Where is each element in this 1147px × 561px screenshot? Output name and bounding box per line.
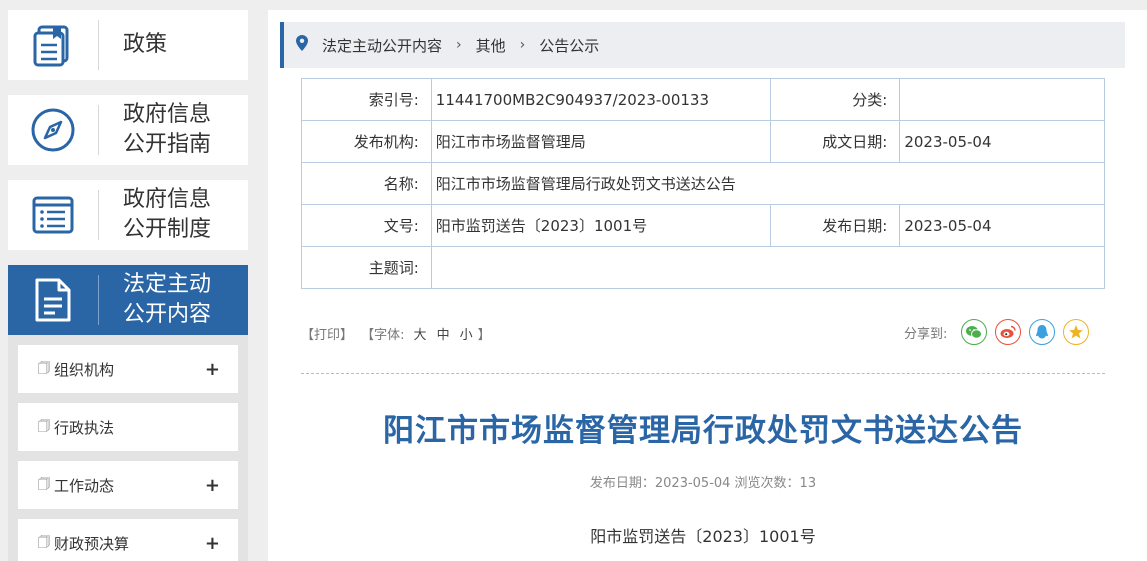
category-label: 分类: (769, 78, 901, 121)
created-date-value: 2023-05-04 (899, 120, 1105, 163)
nav-statutory-line1: 法定主动 (123, 272, 212, 297)
breadcrumb-item[interactable]: 公告公示 (539, 35, 599, 56)
created-date-label: 成文日期: (769, 120, 901, 163)
list-document-icon (8, 180, 98, 250)
print-button[interactable]: 【打印】 (301, 328, 353, 343)
wechat-icon[interactable] (961, 319, 988, 345)
sub-item-label: 组织机构 (54, 360, 115, 379)
publish-date-label: 发布日期: (769, 204, 901, 247)
nav-guide-line1: 政府信息 (123, 102, 212, 127)
weibo-icon[interactable] (995, 319, 1022, 345)
name-label: 名称: (301, 162, 432, 205)
document-icon (8, 265, 98, 335)
nav-guide-label: 政府信息 公开指南 (99, 100, 211, 160)
nav-system[interactable]: 政府信息 公开制度 (8, 180, 248, 250)
breadcrumb: 法定主动公开内容 › 其他 › 公告公示 (280, 22, 1125, 68)
publish-info: 发布日期：2023-05-04 浏览次数：13 (589, 476, 817, 491)
share-label: 分享到: (904, 326, 948, 342)
compass-icon (8, 95, 98, 165)
sub-item-label: 行政执法 (54, 418, 115, 437)
info-table: 索引号: 11441700MB2C904937/2023-00133 分类: 发… (301, 78, 1106, 289)
page-icon: 🗍 (38, 360, 50, 375)
nav-policy[interactable]: 政策 (8, 10, 248, 80)
main-content: 法定主动公开内容 › 其他 › 公告公示 索引号: 11441700MB2C90… (268, 10, 1147, 561)
font-large-button[interactable]: 大 (414, 328, 427, 343)
breadcrumb-item[interactable]: 其他 (476, 35, 506, 56)
article-title: 阳江市市场监督管理局行政处罚文书送达公告 (383, 413, 1023, 449)
breadcrumb-item[interactable]: 法定主动公开内容 (322, 35, 442, 56)
nav-system-label: 政府信息 公开制度 (99, 185, 211, 245)
qzone-star-icon[interactable] (1063, 319, 1090, 345)
sub-item-enforcement[interactable]: 🗍 行政执法 (18, 403, 238, 451)
sub-menu: 🗍 组织机构 + 🗍 行政执法 🗍 工作动态 + 🗍 财政预决算 + (8, 335, 248, 561)
sub-item-budget[interactable]: 🗍 财政预决算 + (18, 519, 238, 561)
page-icon: 🗍 (38, 476, 50, 491)
category-value (899, 78, 1105, 121)
publish-date-value: 2023-05-04 (899, 204, 1105, 247)
nav-statutory-label: 法定主动 公开内容 (99, 270, 211, 330)
location-pin-icon (296, 35, 308, 55)
qq-icon[interactable] (1029, 319, 1056, 345)
nav-policy-label: 政策 (123, 32, 168, 57)
page-icon: 🗍 (38, 534, 50, 549)
font-size-prefix: 【字体: (361, 328, 405, 343)
font-size-suffix: 】 (477, 328, 491, 343)
expand-icon[interactable]: + (205, 359, 220, 380)
nav-system-line2: 公开制度 (123, 217, 212, 242)
chevron-right-icon: › (519, 37, 526, 53)
nav-statutory-line2: 公开内容 (123, 302, 212, 327)
nav-system-line1: 政府信息 (123, 187, 212, 212)
name-value: 阳江市市场监督管理局行政处罚文书送达公告 (430, 162, 1106, 205)
publisher-label: 发布机构: (301, 120, 432, 163)
page-icon: 🗍 (38, 418, 50, 433)
keywords-label: 主题词: (301, 246, 432, 289)
doc-number-label: 文号: (301, 204, 432, 247)
nav-guide-line2: 公开指南 (123, 132, 212, 157)
article-doc-number: 阳市监罚送告〔2023〕1001号 (590, 527, 816, 546)
keywords-value (430, 246, 1106, 289)
font-medium-button[interactable]: 中 (437, 328, 450, 343)
sub-item-label: 工作动态 (54, 476, 115, 495)
index-value: 11441700MB2C904937/2023-00133 (430, 78, 771, 121)
publisher-value: 阳江市市场监督管理局 (430, 120, 771, 163)
font-small-button[interactable]: 小 (460, 328, 473, 343)
index-label: 索引号: (301, 78, 432, 121)
sub-item-label: 财政预决算 (54, 534, 130, 553)
policy-document-icon (8, 10, 98, 80)
sub-item-work-news[interactable]: 🗍 工作动态 + (18, 461, 238, 509)
share-bar: 分享到: (904, 319, 1090, 345)
nav-statutory-content[interactable]: 法定主动 公开内容 (8, 265, 248, 335)
doc-number-value: 阳市监罚送告〔2023〕1001号 (430, 204, 771, 247)
divider (301, 373, 1105, 374)
sub-item-organization[interactable]: 🗍 组织机构 + (18, 345, 238, 393)
nav-guide[interactable]: 政府信息 公开指南 (8, 95, 248, 165)
expand-icon[interactable]: + (205, 533, 220, 554)
article-tools: 【打印】 【字体: 大中小】 (301, 324, 495, 343)
expand-icon[interactable]: + (205, 475, 220, 496)
chevron-right-icon: › (456, 37, 462, 53)
